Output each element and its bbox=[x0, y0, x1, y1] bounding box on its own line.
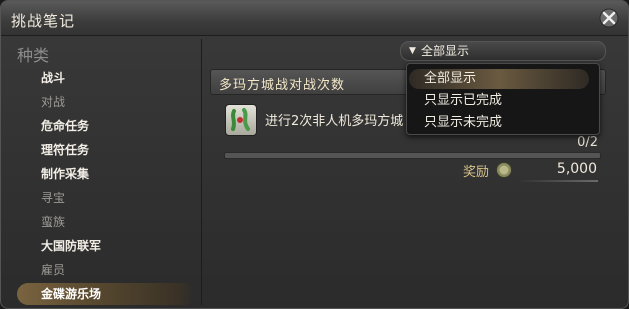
sidebar-item[interactable]: 危命任务 bbox=[17, 115, 195, 137]
sidebar-item[interactable]: 蛮族 bbox=[17, 211, 195, 233]
reward-label: 奖励 bbox=[463, 165, 490, 180]
reward-underline bbox=[518, 180, 598, 182]
sidebar-item[interactable]: 大国防联军 bbox=[17, 235, 195, 257]
section-title: 多玛方城战对战次数 bbox=[219, 78, 346, 93]
progress-bar bbox=[224, 152, 601, 159]
filter-option[interactable]: 只显示已完成 bbox=[409, 91, 589, 111]
filter-selected-label: 全部显示 bbox=[421, 44, 470, 58]
sidebar-item[interactable]: 雇员 bbox=[17, 259, 195, 281]
task-description: 进行2次非人机多玛方城 bbox=[265, 114, 404, 129]
filter-options-menu: 全部显示 只显示已完成 只显示未完成 bbox=[406, 63, 600, 135]
sidebar-item[interactable]: 寻宝 bbox=[17, 187, 195, 209]
sidebar-item[interactable]: 金碟游乐场 bbox=[17, 283, 195, 305]
close-icon[interactable] bbox=[599, 8, 619, 28]
window-title: 挑战笔记 bbox=[11, 12, 76, 30]
sidebar-title: 种类 bbox=[17, 46, 50, 65]
sidebar-item[interactable]: 制作采集 bbox=[17, 163, 195, 185]
reward-value: 5,000 bbox=[556, 161, 597, 177]
filter-dropdown[interactable]: ▼ 全部显示 bbox=[400, 41, 606, 61]
map-icon bbox=[225, 104, 257, 136]
mgp-coin-icon bbox=[496, 162, 512, 178]
sidebar-item[interactable]: 理符任务 bbox=[17, 139, 195, 161]
challenge-log-window: 挑战笔记 种类 战斗 对战 危命任务 理符任务 制作采集 寻宝 蛮族 大国防联军 雇员 金碟游乐场… bbox=[0, 0, 629, 309]
sidebar-item[interactable]: 对战 bbox=[17, 91, 195, 113]
category-sidebar: 种类 战斗 对战 危命任务 理符任务 制作采集 寻宝 蛮族 大国防联军 雇员 金碟游乐场 bbox=[9, 39, 202, 305]
sidebar-item[interactable]: 战斗 bbox=[17, 67, 195, 89]
filter-option[interactable]: 只显示未完成 bbox=[409, 113, 589, 133]
title-bar[interactable]: 挑战笔记 bbox=[1, 1, 628, 36]
filter-option[interactable]: 全部显示 bbox=[409, 69, 589, 89]
triangle-down-icon: ▼ bbox=[409, 46, 416, 56]
progress-count: 0/2 bbox=[577, 135, 598, 150]
